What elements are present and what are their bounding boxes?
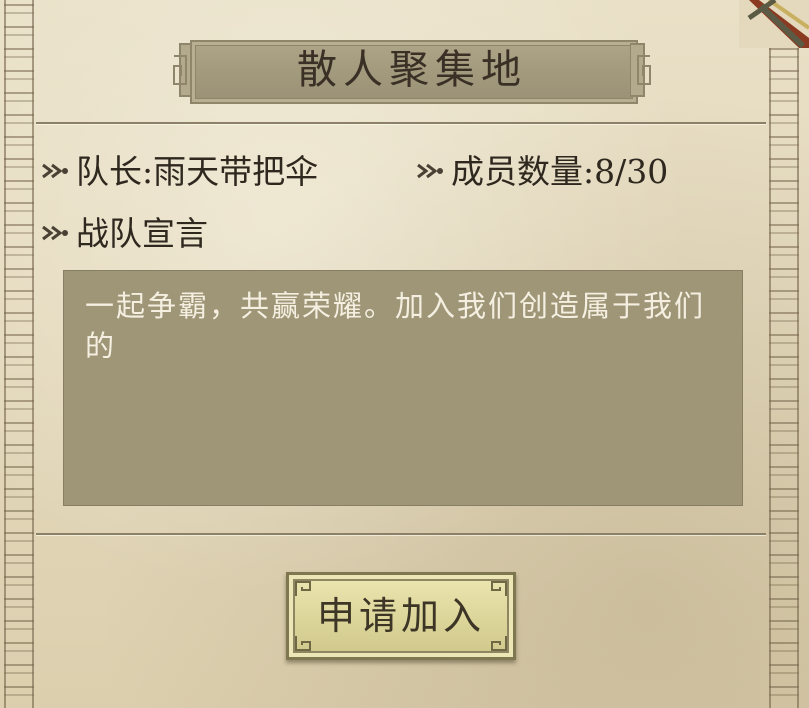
double-chevron-icon xyxy=(417,163,443,179)
members-row: 成员数量:8/30 xyxy=(415,152,668,192)
apply-join-label[interactable]: 申请加入 xyxy=(286,572,516,660)
members-count-label: 成员数量:8/30 xyxy=(451,152,669,191)
declaration-heading: 战队宣言 xyxy=(76,214,208,253)
declaration-box: 一起争霸，共赢荣耀。加入我们创造属于我们的 xyxy=(63,270,743,506)
close-icon[interactable] xyxy=(739,0,809,48)
right-fret-border xyxy=(769,0,799,708)
team-info-panel: 散人聚集地 队长:雨天带把伞 成员数量:8/30 战队宣言 一起争霸，共赢荣耀。… xyxy=(0,0,809,708)
team-title: 散人聚集地 xyxy=(297,47,527,93)
title-plaque: 散人聚集地 xyxy=(172,32,652,108)
apply-join-button[interactable]: 申请加入 xyxy=(286,572,516,660)
declaration-heading-row: 战队宣言 xyxy=(40,214,208,254)
bottom-divider xyxy=(36,533,766,535)
leader-row: 队长:雨天带把伞 xyxy=(40,152,318,192)
leader-label: 队长:雨天带把伞 xyxy=(76,152,319,191)
left-fret-border xyxy=(4,0,34,708)
top-divider xyxy=(36,122,766,124)
declaration-text: 一起争霸，共赢荣耀。加入我们创造属于我们的 xyxy=(85,289,706,363)
double-chevron-icon xyxy=(42,163,68,179)
double-chevron-icon xyxy=(42,225,68,241)
